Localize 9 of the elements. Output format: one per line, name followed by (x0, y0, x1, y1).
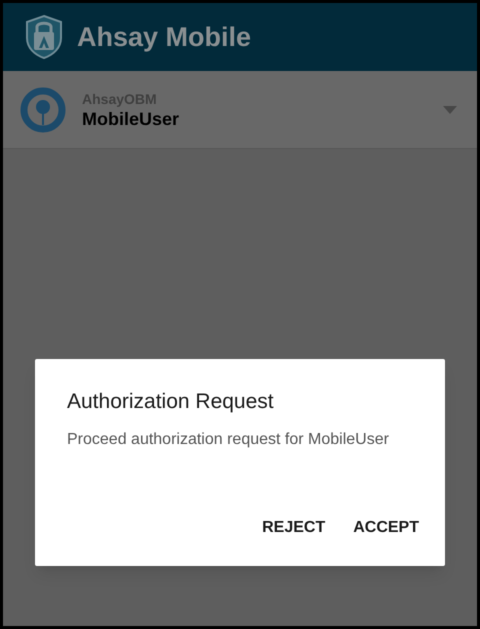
dropdown-arrow-icon (443, 106, 457, 114)
account-logo-icon (20, 86, 66, 132)
dialog-button[interactable]: ACCEPT (345, 510, 427, 546)
user-name: MobileUser (82, 108, 180, 130)
dialog-message: Proceed authorization request for MobileUser (67, 430, 390, 450)
dialog-title: Authorization Request (67, 389, 275, 415)
shield-lock-icon (25, 14, 63, 60)
dialog-button[interactable]: REJECT (254, 510, 334, 546)
app-title: Ahsay Mobile (77, 20, 252, 54)
